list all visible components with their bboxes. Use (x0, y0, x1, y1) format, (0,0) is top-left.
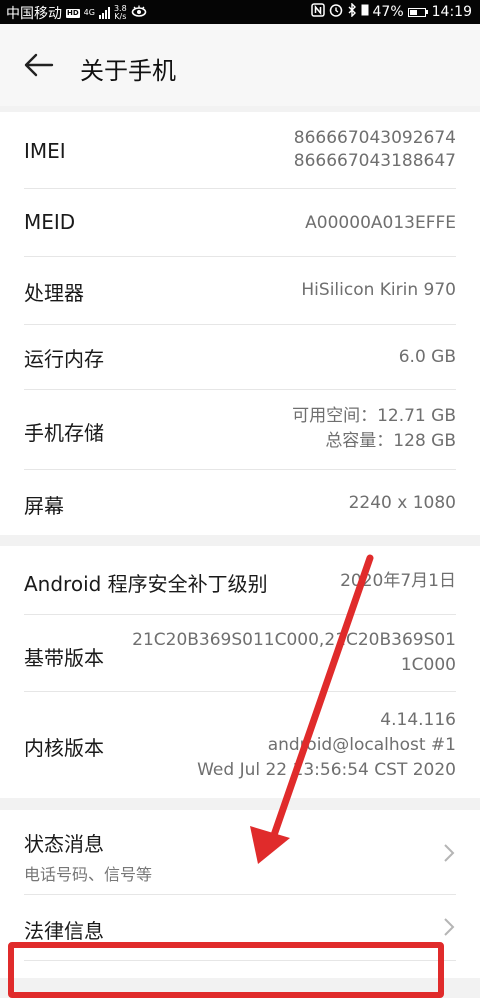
software-info-card: Android 程序安全补丁级别 2020年7月1日 基带版本 21C20B36… (0, 546, 480, 798)
red-highlight-box (8, 942, 444, 998)
screen-row: 屏幕 2240 x 1080 (24, 470, 456, 535)
chevron-right-icon (444, 844, 455, 862)
signal-icon (98, 7, 110, 19)
imei-label: IMEI (24, 139, 66, 163)
status-info-row[interactable]: 状态消息 电话号码、信号等 (24, 810, 456, 894)
baseband-row: 基带版本 21C20B369S011C000,21C20B369S01 1C00… (24, 615, 456, 691)
baseband-label: 基带版本 (24, 646, 104, 670)
storage-label: 手机存储 (24, 421, 104, 445)
security-patch-row: Android 程序安全补丁级别 2020年7月1日 (24, 546, 456, 614)
meid-label: MEID (24, 210, 76, 234)
back-arrow-icon (24, 53, 54, 77)
clock: 14:19 (431, 4, 472, 20)
processor-value: HiSilicon Kirin 970 (301, 280, 456, 300)
status-info-subtitle: 电话号码、信号等 (24, 865, 153, 884)
status-bar: 中国移动 HD 4G 3.8 K/s 47% 14:19 (0, 0, 480, 24)
meid-value: A00000A013EFFE (305, 213, 456, 233)
kernel-row: 内核版本 4.14.116 android@localhost #1 Wed J… (24, 692, 456, 798)
network-speed: 3.8 K/s (113, 4, 127, 21)
sim-icon (361, 4, 369, 20)
security-patch-label: Android 程序安全补丁级别 (24, 572, 268, 596)
processor-label: 处理器 (24, 281, 84, 305)
processor-row: 处理器 HiSilicon Kirin 970 (24, 257, 456, 324)
imei-row: IMEI 866667043092674 866667043188647 (24, 112, 456, 188)
back-button[interactable] (22, 50, 56, 80)
carrier-name: 中国移动 (6, 6, 62, 22)
meid-row: MEID A00000A013EFFE (24, 189, 456, 256)
screen-value: 2240 x 1080 (348, 493, 456, 513)
hardware-info-card: IMEI 866667043092674 866667043188647 MEI… (0, 112, 480, 535)
nfc-icon (310, 3, 325, 21)
kernel-label: 内核版本 (24, 736, 104, 760)
baseband-value: 21C20B369S011C000,21C20B369S01 1C000 (132, 630, 456, 675)
ram-label: 运行内存 (24, 347, 104, 371)
kernel-value: 4.14.116 android@localhost #1 Wed Jul 22… (197, 710, 456, 780)
app-header: 关于手机 (0, 24, 480, 106)
alarm-icon (329, 3, 343, 21)
legal-info-label: 法律信息 (24, 919, 104, 943)
battery-percent: 47% (372, 4, 404, 20)
status-info-label: 状态消息 (24, 832, 104, 856)
battery-icon (407, 7, 428, 17)
bluetooth-icon (347, 2, 357, 21)
hd-badge: HD (66, 8, 80, 18)
security-patch-value: 2020年7月1日 (340, 571, 456, 591)
imei-value: 866667043092674 866667043188647 (293, 128, 456, 171)
screen-label: 屏幕 (24, 494, 64, 518)
storage-row: 手机存储 可用空间：12.71 GB 总容量：128 GB (24, 390, 456, 468)
chevron-right-icon (444, 918, 455, 936)
network-type: 4G (83, 8, 95, 17)
eye-icon (131, 5, 147, 21)
ram-value: 6.0 GB (398, 347, 456, 367)
storage-value: 可用空间：12.71 GB 总容量：128 GB (292, 406, 456, 451)
ram-row: 运行内存 6.0 GB (24, 325, 456, 390)
page-title: 关于手机 (80, 57, 176, 85)
